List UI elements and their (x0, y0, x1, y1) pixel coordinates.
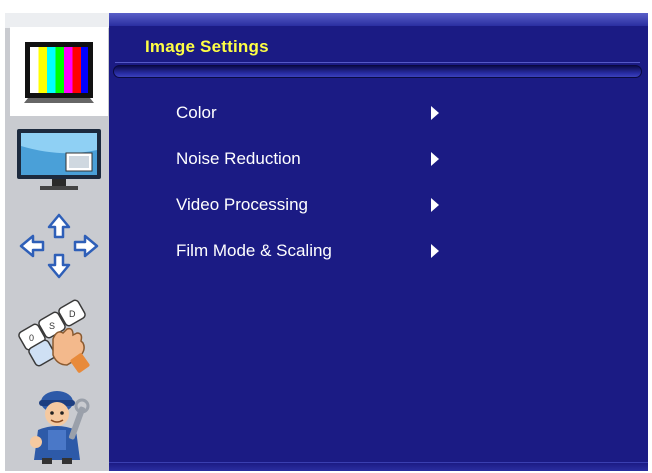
right-arrow-icon (431, 198, 439, 212)
title-divider-line (115, 62, 640, 63)
tv-color-bars-icon (24, 41, 94, 103)
page-title: Image Settings (145, 37, 269, 56)
menu-item-noise-reduction[interactable]: Noise Reduction (176, 148, 466, 170)
sidebar-item-image[interactable] (10, 27, 108, 116)
menu-item-film-mode-scaling[interactable]: Film Mode & Scaling (176, 240, 466, 262)
svg-text:S: S (49, 321, 55, 331)
directional-arrows-icon (19, 213, 99, 279)
keyboard-hand-icon: 0 S D (17, 299, 101, 373)
sidebar-item-service[interactable] (10, 383, 108, 469)
monitor-pip-icon (16, 128, 102, 192)
right-arrow-icon (431, 152, 439, 166)
sidebar-item-position[interactable] (10, 211, 108, 281)
panel-bottom-bar (109, 462, 648, 471)
menu-item-label: Film Mode & Scaling (176, 241, 332, 260)
title-divider (113, 65, 642, 78)
sidebar-item-display[interactable] (10, 125, 108, 195)
sidebar: 0 S D (5, 13, 109, 471)
svg-text:0: 0 (29, 333, 34, 343)
menu-item-video-processing[interactable]: Video Processing (176, 194, 466, 216)
svg-text:D: D (69, 309, 76, 319)
osd-window: 0 S D Image Settings Color Noise Reducti… (0, 0, 652, 473)
right-arrow-icon (431, 244, 439, 258)
sidebar-top-strip (5, 13, 109, 28)
menu-item-label: Color (176, 103, 217, 122)
sidebar-item-osd[interactable]: 0 S D (10, 296, 108, 376)
panel-top-bar (109, 13, 648, 26)
main-panel: Image Settings Color Noise Reduction Vid… (109, 13, 648, 471)
right-arrow-icon (431, 106, 439, 120)
menu-item-color[interactable]: Color (176, 102, 466, 124)
repairman-icon (24, 386, 94, 466)
menu-item-label: Video Processing (176, 195, 308, 214)
menu-item-label: Noise Reduction (176, 149, 301, 168)
